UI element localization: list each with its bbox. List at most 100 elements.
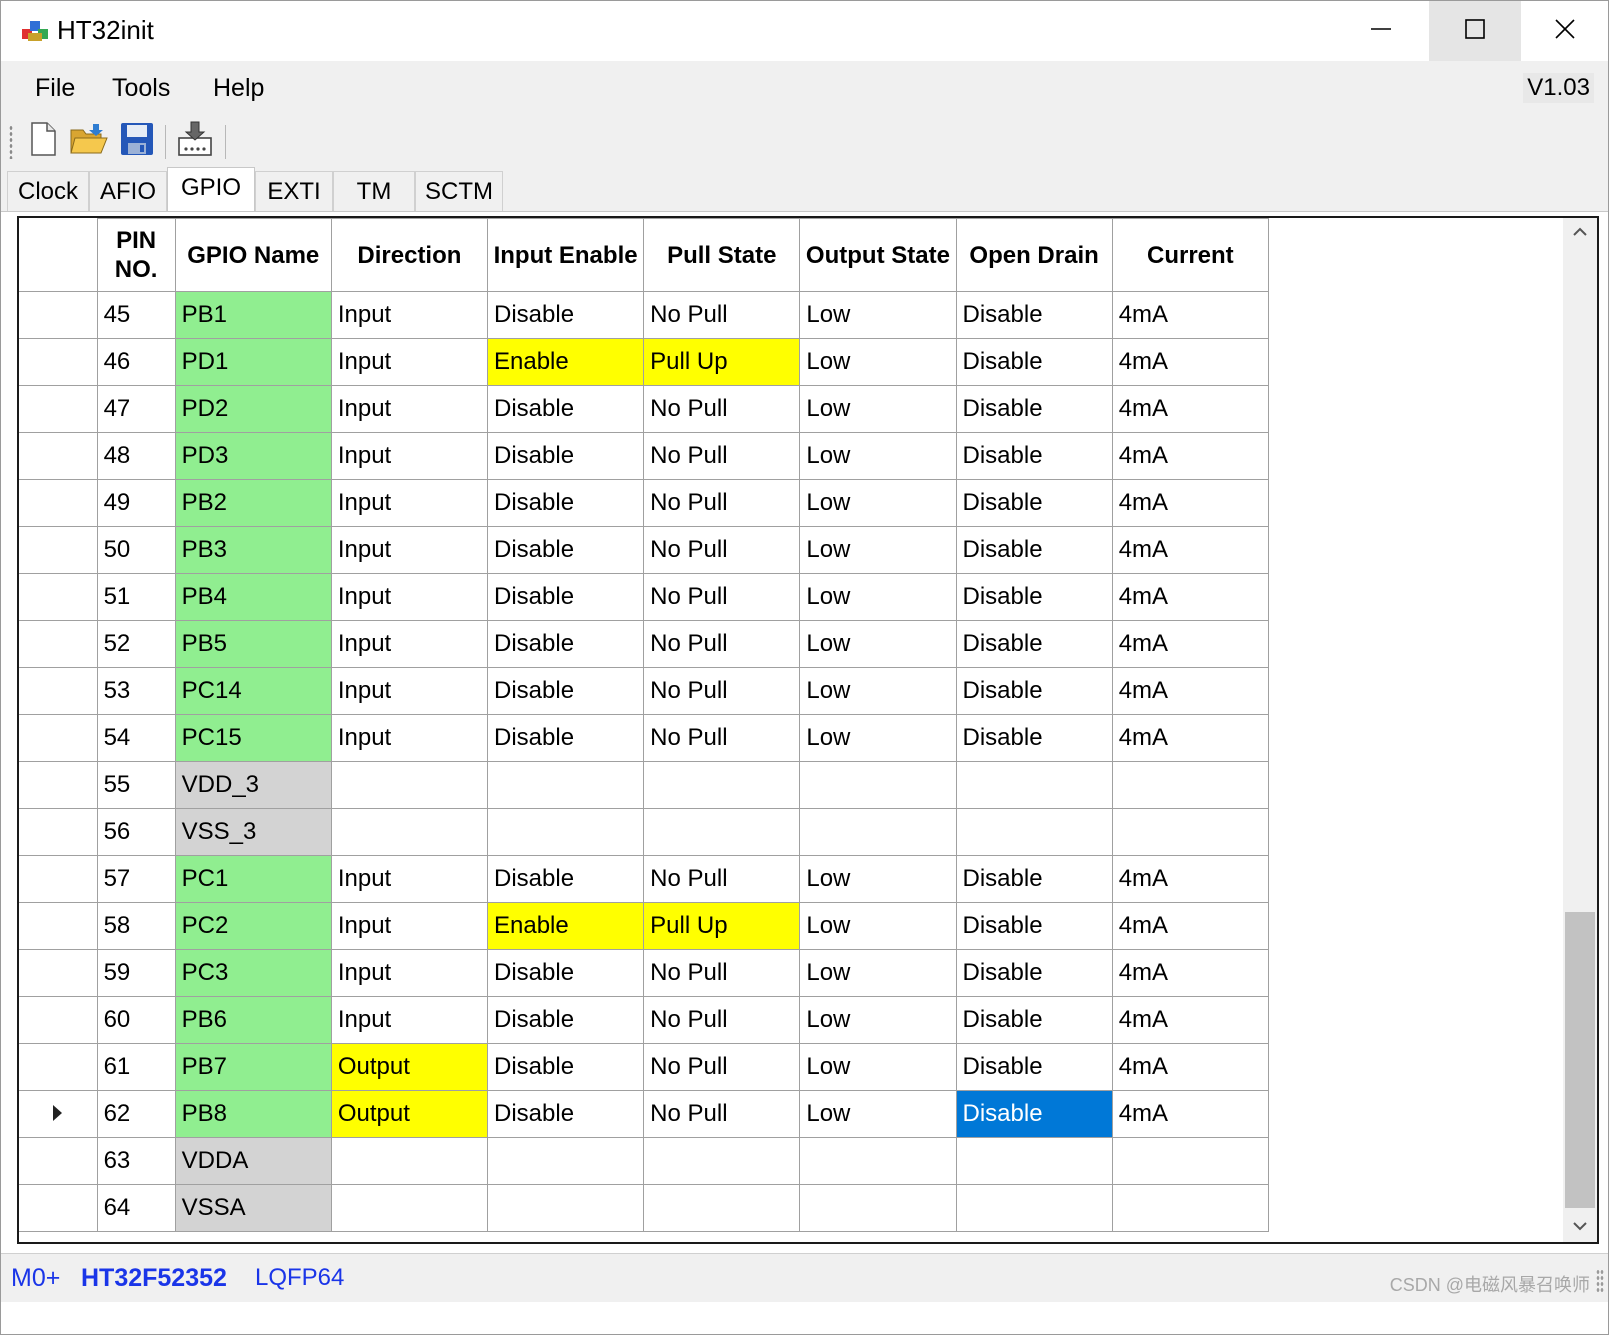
table-row[interactable]: 54 PC15 Input Disable No Pull Low Disable 4mA	[19, 714, 1270, 762]
row-header[interactable]	[19, 432, 98, 480]
column-header-current[interactable]: Current	[1111, 218, 1270, 292]
direction-cell[interactable]: Input	[330, 949, 489, 997]
current-cell[interactable]: 4mA	[1111, 667, 1270, 715]
pin-number-cell[interactable]: 59	[96, 949, 176, 997]
output-state-cell[interactable]	[799, 761, 957, 809]
pin-number-cell[interactable]: 63	[96, 1137, 176, 1185]
open-drain-cell[interactable]: Disable	[955, 949, 1113, 997]
open-drain-cell[interactable]: Disable	[955, 902, 1113, 950]
corner-header[interactable]	[19, 218, 98, 292]
output-state-cell[interactable]	[799, 1137, 957, 1185]
open-drain-cell[interactable]: Disable	[955, 1043, 1113, 1091]
minimize-button[interactable]	[1335, 1, 1427, 61]
open-button[interactable]	[69, 121, 109, 161]
open-drain-cell[interactable]: Disable	[955, 855, 1113, 903]
pull-state-cell[interactable]: No Pull	[643, 667, 801, 715]
open-drain-cell[interactable]	[955, 761, 1113, 809]
row-header[interactable]	[19, 291, 98, 339]
table-row[interactable]: 51 PB4 Input Disable No Pull Low Disable 4mA	[19, 573, 1270, 621]
gpio-name-cell[interactable]: PB7	[174, 1043, 332, 1091]
output-state-cell[interactable]: Low	[799, 385, 957, 433]
row-header[interactable]	[19, 479, 98, 527]
current-cell[interactable]: 4mA	[1111, 949, 1270, 997]
input-enable-cell[interactable]: Disable	[486, 714, 645, 762]
input-enable-cell[interactable]: Disable	[486, 949, 645, 997]
row-header[interactable]	[19, 526, 98, 574]
table-row[interactable]: 49 PB2 Input Disable No Pull Low Disable 4mA	[19, 479, 1270, 527]
toolbar-grip[interactable]	[9, 125, 13, 159]
direction-cell[interactable]: Input	[330, 667, 489, 715]
pull-state-cell[interactable]: No Pull	[643, 1090, 801, 1138]
close-button[interactable]	[1519, 1, 1608, 61]
pull-state-cell[interactable]: No Pull	[643, 855, 801, 903]
pin-number-cell[interactable]: 51	[96, 573, 176, 621]
input-enable-cell[interactable]: Enable	[486, 338, 645, 386]
gpio-name-cell[interactable]: PC1	[174, 855, 332, 903]
output-state-cell[interactable]: Low	[799, 714, 957, 762]
output-state-cell[interactable]: Low	[799, 1090, 957, 1138]
open-drain-cell[interactable]: Disable	[955, 479, 1113, 527]
current-cell[interactable]: 4mA	[1111, 1090, 1270, 1138]
direction-cell[interactable]: Input	[330, 620, 489, 668]
direction-cell[interactable]	[330, 1184, 489, 1232]
input-enable-cell[interactable]: Disable	[486, 1090, 645, 1138]
open-drain-cell[interactable]: Disable	[955, 1090, 1113, 1138]
input-enable-cell[interactable]: Disable	[486, 996, 645, 1044]
current-cell[interactable]: 4mA	[1111, 291, 1270, 339]
output-state-cell[interactable]: Low	[799, 573, 957, 621]
open-drain-cell[interactable]: Disable	[955, 338, 1113, 386]
pull-state-cell[interactable]: No Pull	[643, 385, 801, 433]
input-enable-cell[interactable]	[486, 761, 645, 809]
gpio-name-cell[interactable]: PB5	[174, 620, 332, 668]
table-row[interactable]: 53 PC14 Input Disable No Pull Low Disable 4mA	[19, 667, 1270, 715]
input-enable-cell[interactable]	[486, 1137, 645, 1185]
current-cell[interactable]	[1111, 1137, 1270, 1185]
direction-cell[interactable]: Input	[330, 855, 489, 903]
table-row[interactable]: 56 VSS_3	[19, 808, 1270, 856]
gpio-name-cell[interactable]: PB4	[174, 573, 332, 621]
table-row[interactable]: 64 VSSA	[19, 1184, 1270, 1232]
column-header-input-enable[interactable]: Input Enable	[486, 218, 645, 292]
gpio-name-cell[interactable]: PC2	[174, 902, 332, 950]
column-header-direction[interactable]: Direction	[330, 218, 489, 292]
tab-clock[interactable]: Clock	[7, 171, 89, 211]
new-file-button[interactable]	[23, 121, 63, 161]
pin-number-cell[interactable]: 45	[96, 291, 176, 339]
output-state-cell[interactable]: Low	[799, 479, 957, 527]
menu-help[interactable]: Help	[213, 73, 264, 103]
open-drain-cell[interactable]: Disable	[955, 573, 1113, 621]
table-row[interactable]: 61 PB7 Output Disable No Pull Low Disable 4mA	[19, 1043, 1270, 1091]
pin-number-cell[interactable]: 48	[96, 432, 176, 480]
gpio-name-cell[interactable]: PB3	[174, 526, 332, 574]
open-drain-cell[interactable]	[955, 1184, 1113, 1232]
output-state-cell[interactable]: Low	[799, 667, 957, 715]
resize-grip[interactable]	[1596, 1269, 1604, 1293]
direction-cell[interactable]: Input	[330, 291, 489, 339]
pin-number-cell[interactable]: 53	[96, 667, 176, 715]
direction-cell[interactable]: Input	[330, 526, 489, 574]
pull-state-cell[interactable]: No Pull	[643, 432, 801, 480]
column-header-pin-no[interactable]: PIN NO.	[96, 218, 176, 292]
table-row[interactable]: 47 PD2 Input Disable No Pull Low Disable 4mA	[19, 385, 1270, 433]
table-row[interactable]: 50 PB3 Input Disable No Pull Low Disable 4mA	[19, 526, 1270, 574]
current-cell[interactable]: 4mA	[1111, 526, 1270, 574]
pin-number-cell[interactable]: 49	[96, 479, 176, 527]
direction-cell[interactable]	[330, 808, 489, 856]
current-cell[interactable]: 4mA	[1111, 714, 1270, 762]
direction-cell[interactable]: Input	[330, 902, 489, 950]
column-header-open-drain[interactable]: Open Drain	[955, 218, 1113, 292]
gpio-name-cell[interactable]: PD1	[174, 338, 332, 386]
pull-state-cell[interactable]	[643, 808, 801, 856]
table-row[interactable]: 58 PC2 Input Enable Pull Up Low Disable 4mA	[19, 902, 1270, 950]
gpio-name-cell[interactable]: PB2	[174, 479, 332, 527]
row-header[interactable]	[19, 338, 98, 386]
gpio-name-cell[interactable]: VSS_3	[174, 808, 332, 856]
current-cell[interactable]: 4mA	[1111, 479, 1270, 527]
direction-cell[interactable]: Input	[330, 432, 489, 480]
direction-cell[interactable]: Input	[330, 714, 489, 762]
gpio-name-cell[interactable]: PC3	[174, 949, 332, 997]
row-header[interactable]	[19, 855, 98, 903]
maximize-button[interactable]	[1429, 1, 1521, 61]
output-state-cell[interactable]: Low	[799, 996, 957, 1044]
pull-state-cell[interactable]: Pull Up	[643, 338, 801, 386]
